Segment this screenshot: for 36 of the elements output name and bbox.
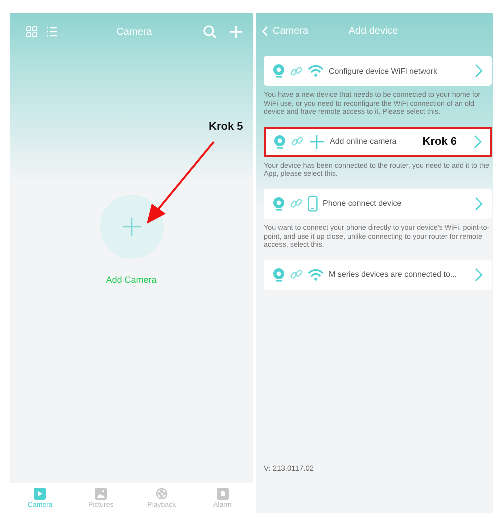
screen-title: Add device (348, 26, 398, 36)
play-icon (34, 488, 46, 500)
list-icon[interactable] (46, 26, 58, 38)
wifi-icon (308, 268, 324, 282)
option-card[interactable]: Add online camera Krok 6 (264, 126, 492, 157)
link-icon (290, 268, 303, 282)
chevron-right-icon (475, 196, 483, 211)
add-camera-label[interactable]: Add Camera (106, 275, 157, 285)
add-icon[interactable] (229, 25, 243, 39)
search-icon[interactable] (203, 25, 217, 39)
bell-icon (216, 488, 229, 500)
grid-icon[interactable] (26, 26, 38, 38)
link-icon (290, 197, 303, 210)
step-annotation: Krok 5 (209, 121, 244, 133)
step-annotation: Krok 6 (422, 136, 457, 148)
option-card[interactable]: Phone connect device (264, 188, 492, 219)
chevron-right-icon (475, 64, 483, 78)
chevron-right-icon (475, 268, 483, 282)
chevron-right-icon (474, 134, 482, 149)
film-reel-icon (156, 488, 168, 500)
chevron-left-icon (262, 26, 269, 36)
wifi-icon (308, 64, 324, 78)
phone-icon (308, 196, 318, 212)
camera-icon (273, 268, 285, 282)
option-card[interactable]: M series devices are connected to... (264, 260, 492, 290)
camera-icon (273, 196, 285, 211)
link-icon (290, 64, 303, 78)
picture-icon (95, 488, 108, 500)
plus-icon (122, 217, 142, 237)
plus-icon (309, 134, 325, 150)
link-icon (291, 135, 304, 148)
camera-icon (273, 64, 285, 78)
option-card[interactable]: Configure device WiFi network (264, 56, 492, 86)
back-button[interactable]: Camera (262, 26, 309, 36)
screen-title: Camera (116, 26, 152, 38)
camera-icon (274, 134, 286, 149)
